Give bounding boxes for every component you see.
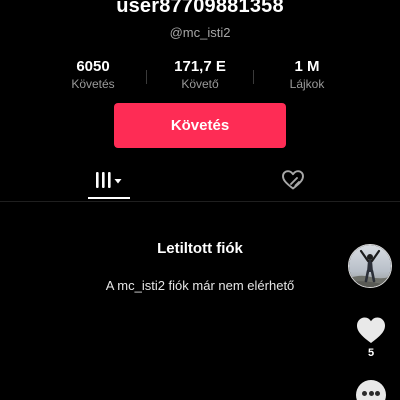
blocked-account-title: Letiltott fiók bbox=[157, 240, 243, 257]
more-dot bbox=[368, 391, 374, 396]
tab-liked[interactable] bbox=[272, 160, 314, 200]
stat-followers-value: 171,7 E bbox=[174, 58, 226, 75]
profile-username: user87709881358 bbox=[116, 0, 284, 17]
profile-tabs bbox=[0, 160, 400, 202]
avatar[interactable] bbox=[348, 244, 392, 288]
active-tab-indicator bbox=[88, 197, 130, 199]
stat-followers[interactable]: 171,7 E Követő bbox=[147, 57, 253, 92]
stat-followers-label: Követő bbox=[181, 77, 219, 91]
liked-heart-icon bbox=[282, 170, 304, 190]
stat-likes[interactable]: 1 M Lájkok bbox=[254, 57, 360, 92]
like-button[interactable] bbox=[355, 315, 387, 345]
heart-icon bbox=[357, 317, 385, 343]
stat-following[interactable]: 6050 Követés bbox=[40, 57, 146, 92]
tabs-divider bbox=[0, 201, 400, 202]
grid-columns-icon bbox=[96, 172, 122, 188]
stat-following-value: 6050 bbox=[76, 58, 110, 75]
like-count: 5 bbox=[367, 347, 375, 359]
stat-likes-label: Lájkok bbox=[289, 77, 325, 91]
chevron-down-icon bbox=[114, 179, 122, 184]
more-dot bbox=[362, 391, 367, 396]
tab-videos[interactable] bbox=[88, 160, 130, 200]
profile-handle: @mc_isti2 bbox=[169, 25, 231, 40]
profile-screen: user87709881358 @mc_isti2 6050 Követés 1… bbox=[0, 0, 400, 400]
blocked-account-description: A mc_isti2 fiók már nem elérhető bbox=[105, 278, 295, 293]
stat-likes-value: 1 M bbox=[294, 58, 320, 75]
profile-stats: 6050 Követés 171,7 E Követő 1 M Lájkok bbox=[40, 57, 360, 97]
more-button[interactable] bbox=[356, 380, 386, 400]
follow-button[interactable]: Követés bbox=[114, 103, 286, 148]
stat-following-label: Követés bbox=[71, 77, 115, 91]
more-dot bbox=[375, 391, 380, 396]
avatar-photo bbox=[349, 245, 391, 287]
